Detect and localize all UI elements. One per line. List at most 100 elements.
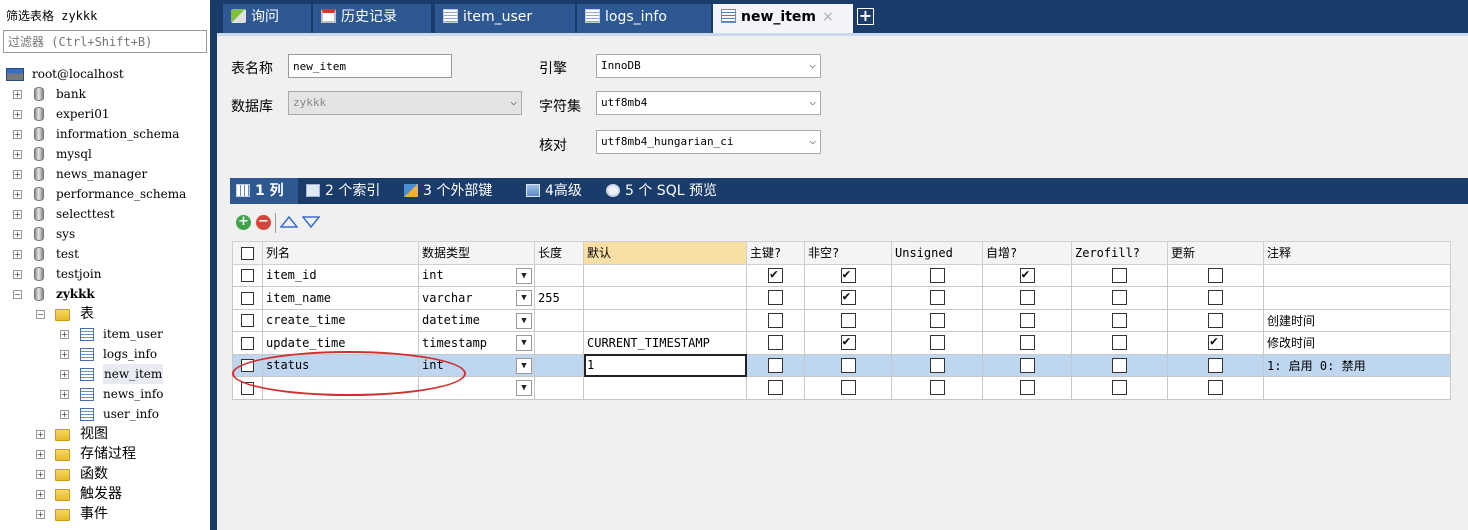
tree-node-test[interactable]: + test: [0, 244, 210, 264]
not-null-cell[interactable]: [804, 286, 892, 310]
select-all-checkbox[interactable]: [241, 246, 254, 260]
table-row[interactable]: create_time datetime ▼ 创建时间: [232, 308, 1451, 332]
comment-cell[interactable]: [1263, 263, 1451, 287]
comment-cell[interactable]: [1263, 286, 1451, 310]
length-cell[interactable]: [534, 376, 584, 400]
not-null-checkbox[interactable]: [840, 380, 856, 396]
charset-select[interactable]: utf8mb4 ⌵: [596, 91, 821, 115]
comment-cell[interactable]: 修改时间: [1263, 331, 1451, 355]
zerofill-checkbox[interactable]: [1112, 335, 1127, 351]
row-checkbox[interactable]: [241, 336, 254, 350]
not-null-cell[interactable]: [804, 376, 892, 400]
primary-key-checkbox[interactable]: [768, 312, 783, 328]
on-update-checkbox[interactable]: [1208, 290, 1223, 306]
header-data-type[interactable]: 数据类型: [418, 241, 535, 265]
select-all-header[interactable]: [232, 241, 263, 265]
expand-icon[interactable]: +: [13, 90, 22, 99]
data-type-cell[interactable]: varchar ▼: [418, 286, 535, 310]
expand-icon[interactable]: +: [60, 390, 69, 399]
tree-node-mysql[interactable]: + mysql: [0, 144, 210, 164]
subtab-indexes[interactable]: 2 个索引: [300, 178, 396, 204]
header-default[interactable]: 默认: [583, 241, 747, 265]
header-primary-key[interactable]: 主键?: [746, 241, 805, 265]
zerofill-cell[interactable]: [1071, 376, 1168, 400]
tab-query[interactable]: 询问: [223, 4, 311, 33]
expand-icon[interactable]: +: [13, 150, 22, 159]
unsigned-cell[interactable]: [891, 308, 983, 332]
remove-column-icon[interactable]: −: [256, 215, 271, 230]
expand-icon[interactable]: +: [13, 190, 22, 199]
data-type-dropdown-icon[interactable]: ▼: [516, 312, 532, 329]
on-update-checkbox[interactable]: [1208, 334, 1223, 351]
collapse-icon[interactable]: −: [36, 310, 45, 319]
header-on-update[interactable]: 更新: [1167, 241, 1264, 265]
header-not-null[interactable]: 非空?: [804, 241, 892, 265]
zerofill-checkbox[interactable]: [1112, 312, 1127, 328]
auto-increment-cell[interactable]: [982, 331, 1072, 355]
tree-node-item_user[interactable]: + item_user: [0, 324, 210, 344]
tree-node-news_info[interactable]: + news_info: [0, 384, 210, 404]
row-checkbox[interactable]: [241, 359, 254, 373]
add-column-icon[interactable]: +: [236, 215, 251, 230]
zerofill-cell[interactable]: [1071, 331, 1168, 355]
column-name-cell[interactable]: update_time: [262, 331, 419, 355]
data-type-dropdown-icon[interactable]: ▼: [516, 357, 532, 374]
collapse-icon[interactable]: −: [13, 290, 22, 299]
unsigned-cell[interactable]: [891, 353, 983, 377]
panel-divider[interactable]: [210, 0, 217, 530]
tree-node-[interactable]: + 事件: [0, 504, 210, 524]
column-name-cell[interactable]: create_time: [262, 308, 419, 332]
tab-logs-info[interactable]: logs_info: [577, 4, 711, 33]
auto-increment-cell[interactable]: [982, 353, 1072, 377]
on-update-cell[interactable]: [1167, 331, 1264, 355]
length-cell[interactable]: [534, 331, 584, 355]
auto-increment-checkbox[interactable]: [1019, 290, 1035, 306]
close-tab-icon[interactable]: ×: [822, 9, 834, 25]
data-type-cell[interactable]: ▼: [418, 376, 535, 400]
on-update-checkbox[interactable]: [1208, 267, 1223, 283]
tree-node-[interactable]: + 存储过程: [0, 444, 210, 464]
tree-node-zykkk[interactable]: − zykkk: [0, 284, 210, 304]
tree-node-bank[interactable]: + bank: [0, 84, 210, 104]
tree-node-news_manager[interactable]: + news_manager: [0, 164, 210, 184]
expand-icon[interactable]: +: [13, 130, 22, 139]
primary-key-cell[interactable]: [746, 308, 805, 332]
auto-increment-checkbox[interactable]: [1019, 380, 1035, 396]
expand-icon[interactable]: +: [13, 170, 22, 179]
length-cell[interactable]: 255: [534, 286, 584, 310]
not-null-cell[interactable]: [804, 353, 892, 377]
primary-key-cell[interactable]: [746, 376, 805, 400]
column-name-cell[interactable]: item_id: [262, 263, 419, 287]
data-type-dropdown-icon[interactable]: ▼: [516, 380, 532, 396]
auto-increment-checkbox[interactable]: [1019, 312, 1035, 328]
length-cell[interactable]: [534, 308, 584, 332]
row-checkbox[interactable]: [241, 314, 254, 328]
auto-increment-cell[interactable]: [982, 286, 1072, 310]
column-name-cell[interactable]: status: [262, 353, 419, 377]
not-null-checkbox[interactable]: [840, 334, 856, 351]
data-type-cell[interactable]: datetime ▼: [418, 308, 535, 332]
zerofill-checkbox[interactable]: [1112, 290, 1127, 306]
not-null-checkbox[interactable]: [840, 289, 856, 306]
unsigned-cell[interactable]: [891, 331, 983, 355]
comment-cell[interactable]: 1: 启用 0: 禁用: [1263, 353, 1451, 377]
zerofill-checkbox[interactable]: [1112, 380, 1127, 396]
zerofill-cell[interactable]: [1071, 308, 1168, 332]
add-tab-button[interactable]: +: [857, 8, 874, 25]
primary-key-checkbox[interactable]: [768, 335, 783, 351]
expand-icon[interactable]: +: [13, 230, 22, 239]
zerofill-checkbox[interactable]: [1112, 267, 1127, 283]
expand-icon[interactable]: +: [13, 270, 22, 279]
data-type-cell[interactable]: int ▼: [418, 353, 535, 377]
header-unsigned[interactable]: Unsigned: [891, 241, 983, 265]
tree-node-logs_info[interactable]: + logs_info: [0, 344, 210, 364]
expand-icon[interactable]: +: [36, 510, 45, 519]
tree-node-rootlocalhost[interactable]: root@localhost: [0, 64, 210, 84]
tree-node-[interactable]: + 触发器: [0, 484, 210, 504]
tree-node-[interactable]: − 表: [0, 304, 210, 324]
not-null-checkbox[interactable]: [840, 312, 856, 328]
tree-node-selecttest[interactable]: + selecttest: [0, 204, 210, 224]
engine-select[interactable]: InnoDB ⌵: [596, 54, 821, 78]
zerofill-cell[interactable]: [1071, 286, 1168, 310]
expand-icon[interactable]: +: [13, 250, 22, 259]
